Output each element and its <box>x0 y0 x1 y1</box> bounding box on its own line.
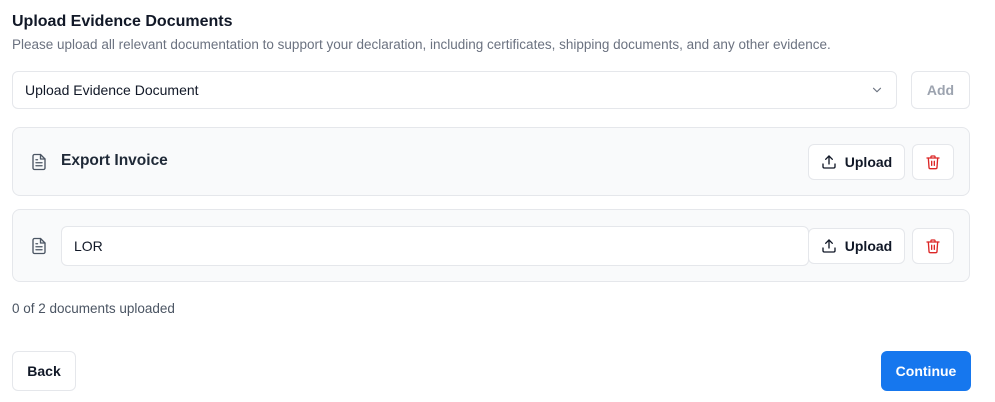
upload-icon <box>821 154 837 170</box>
upload-icon <box>821 238 837 254</box>
upload-evidence-panel: Upload Evidence Documents Please upload … <box>0 0 995 402</box>
document-type-select[interactable]: Upload Evidence Document <box>12 71 897 109</box>
back-button[interactable]: Back <box>12 351 76 391</box>
document-name-input[interactable]: LOR <box>61 226 809 266</box>
upload-status-text: 0 of 2 documents uploaded <box>12 301 175 316</box>
document-name-value: LOR <box>74 238 103 254</box>
upload-button-label: Upload <box>844 238 893 254</box>
chevron-down-icon <box>870 83 884 97</box>
continue-button[interactable]: Continue <box>881 351 971 391</box>
upload-button-label: Upload <box>844 154 893 170</box>
add-document-button[interactable]: Add <box>911 71 970 109</box>
delete-document-button[interactable] <box>912 144 954 180</box>
document-card: LOR Upload <box>12 209 970 282</box>
document-icon <box>30 152 48 172</box>
document-title: Export Invoice <box>61 152 168 169</box>
page-subtitle: Please upload all relevant documentation… <box>12 37 831 52</box>
document-icon <box>30 236 48 256</box>
upload-button[interactable]: Upload <box>808 144 905 180</box>
document-type-select-value: Upload Evidence Document <box>25 82 199 98</box>
trash-icon <box>925 154 941 170</box>
trash-icon <box>925 238 941 254</box>
document-card: Export Invoice Upload <box>12 127 970 196</box>
page-title: Upload Evidence Documents <box>12 13 233 30</box>
delete-document-button[interactable] <box>912 228 954 264</box>
upload-button[interactable]: Upload <box>808 228 905 264</box>
